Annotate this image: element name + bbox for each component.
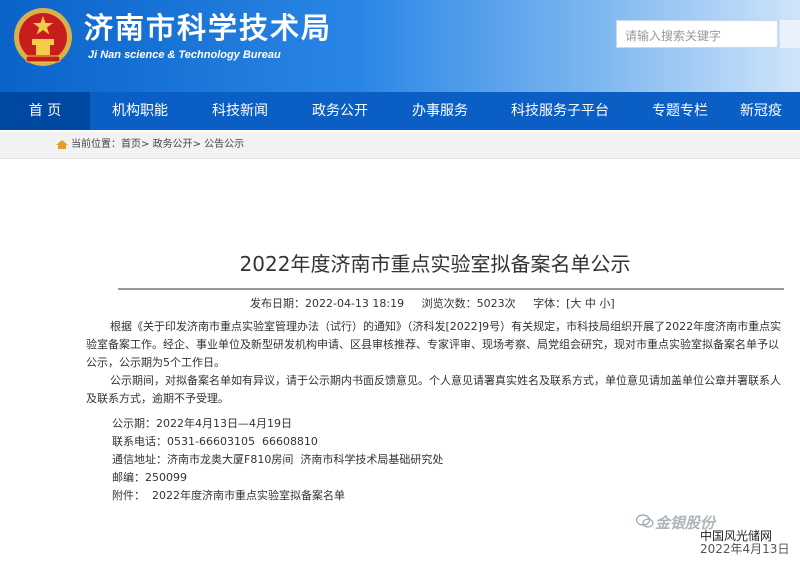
nav-item-functions[interactable]: 机构职能 xyxy=(90,92,190,130)
nav-item-services[interactable]: 办事服务 xyxy=(390,92,490,130)
site-header: 济南市科学技术局 Ji Nan science & Technology Bur… xyxy=(0,0,800,92)
info-period: 公示期：2022年4月13日—4月19日 xyxy=(112,417,292,430)
article-title: 2022年度济南市重点实验室拟备案名单公示 xyxy=(239,252,631,276)
watermark-date: 2022年4月13日 xyxy=(700,542,790,556)
info-postcode: 邮编：250099 xyxy=(112,471,187,484)
title-divider xyxy=(118,288,784,290)
nav-item-open-gov[interactable]: 政务公开 xyxy=(290,92,390,130)
wechat-icon xyxy=(636,514,654,528)
nav-item-news[interactable]: 科技新闻 xyxy=(190,92,290,130)
home-icon xyxy=(56,139,68,149)
breadcrumb-separator: > xyxy=(141,139,153,150)
nav-item-home[interactable]: 首 页 xyxy=(0,92,90,130)
breadcrumb-section-link[interactable]: 政务公开 xyxy=(153,139,193,150)
nav-item-covid[interactable]: 新冠疫 xyxy=(740,92,800,130)
info-address: 通信地址：济南市龙奥大厦F810房间 济南市科学技术局基础研究处 xyxy=(112,453,444,466)
breadcrumb-prefix: 当前位置： xyxy=(71,139,121,150)
nav-item-topics[interactable]: 专题专栏 xyxy=(630,92,730,130)
site-title: 济南市科学技术局 xyxy=(84,11,333,45)
info-phone: 联系电话：0531-66603105 66608810 xyxy=(112,435,318,448)
breadcrumb-current-link[interactable]: 公告公示 xyxy=(204,139,244,150)
breadcrumb-home-link[interactable]: 首页 xyxy=(121,139,141,150)
search-button[interactable] xyxy=(780,20,800,48)
article-paragraph-2: 公示期间，对拟备案名单如有异议，请于公示期内书面反馈意见。个人意见请署真实姓名及… xyxy=(86,374,781,405)
site-subtitle: Ji Nan science & Technology Bureau xyxy=(88,49,281,61)
breadcrumb: 当前位置：首页> 政务公开> 公告公示 xyxy=(56,132,244,158)
search-input[interactable]: 请输入搜索关键字 xyxy=(616,20,778,48)
national-emblem-icon xyxy=(14,8,72,66)
article-meta: 发布日期：2022-04-13 18:19 浏览次数：5023次 字体：[大 中… xyxy=(250,297,615,310)
breadcrumb-separator: > xyxy=(192,139,205,150)
article-paragraph-1: 根据《关于印发济南市重点实验室管理办法（试行）的通知》（济科发[2022]9号）… xyxy=(86,320,782,369)
breadcrumb-bar: 当前位置：首页> 政务公开> 公告公示 xyxy=(0,132,800,159)
main-nav: 首 页 机构职能 科技新闻 政务公开 办事服务 科技服务子平台 专题专栏 新冠疫 xyxy=(0,92,800,130)
nav-item-tech-platform[interactable]: 科技服务子平台 xyxy=(490,92,630,130)
info-attachment[interactable]: 附件： 2022年度济南市重点实验室拟备案名单 xyxy=(112,488,345,504)
